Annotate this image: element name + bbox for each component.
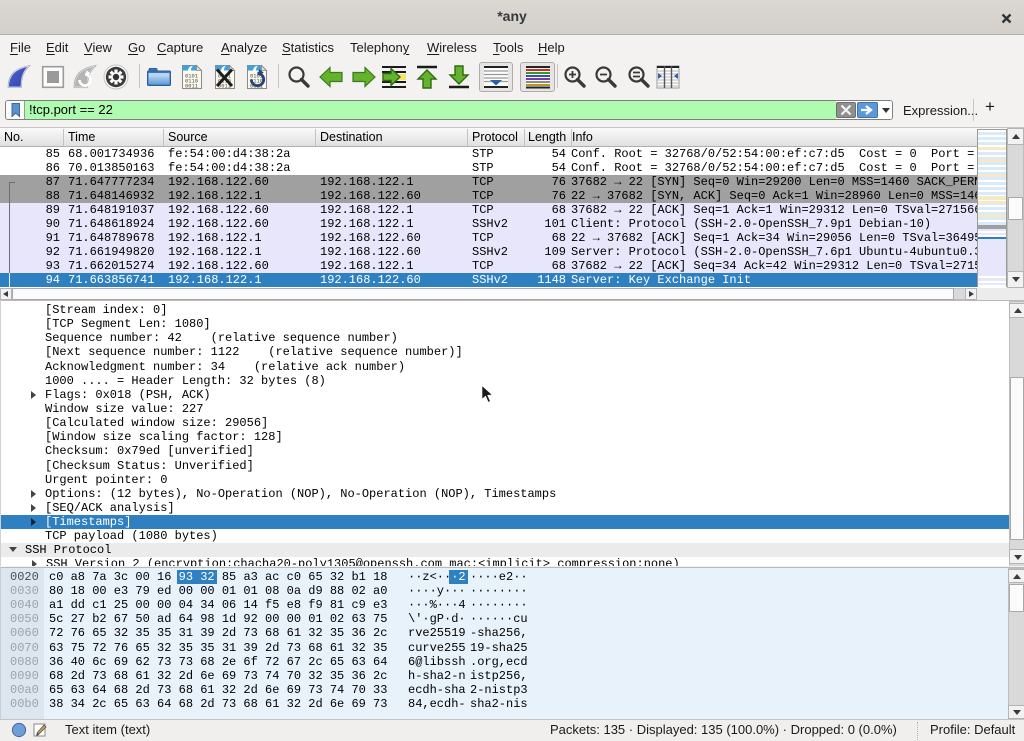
svg-text:0011: 0011: [185, 84, 198, 90]
